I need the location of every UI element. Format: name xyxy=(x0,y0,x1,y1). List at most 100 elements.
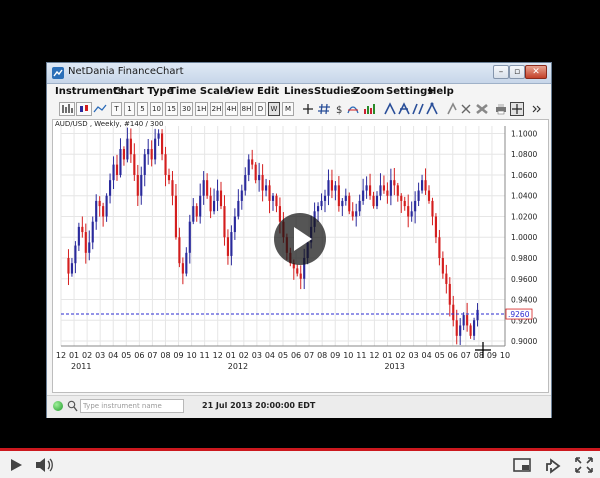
candle-body xyxy=(330,180,334,191)
dollar-icon[interactable]: $ xyxy=(333,101,347,117)
timescale-m[interactable]: M xyxy=(282,102,294,116)
x-tick-label: 04 xyxy=(108,351,118,360)
candle-body xyxy=(365,185,368,191)
y-tick-label: 0.9800 xyxy=(511,254,537,263)
timescale-1[interactable]: 1 xyxy=(124,102,135,116)
candle-body xyxy=(362,190,365,201)
timescale-8h[interactable]: 8H xyxy=(240,102,253,116)
candle-body xyxy=(389,180,392,196)
timescale-2h[interactable]: 2H xyxy=(210,102,223,116)
candle-body xyxy=(410,211,413,217)
miniplayer-icon[interactable] xyxy=(511,455,533,475)
candle-body xyxy=(441,258,444,274)
fullscreen-icon[interactable] xyxy=(573,455,595,475)
year-label: 2012 xyxy=(228,362,248,371)
timescale-30[interactable]: 30 xyxy=(180,102,193,116)
candle-body xyxy=(77,226,80,246)
restore-button[interactable]: ▫ xyxy=(509,65,525,79)
instrument-search-input[interactable] xyxy=(80,399,184,413)
instrument-search-icon[interactable] xyxy=(67,400,78,412)
candle-body xyxy=(70,263,74,274)
menu-zoom[interactable]: Zoom xyxy=(353,86,384,97)
candle-body xyxy=(223,206,226,238)
candle-body xyxy=(157,133,160,139)
x-tick-label: 11 xyxy=(200,351,210,360)
trend-tool-icon[interactable] xyxy=(425,101,439,117)
share-icon[interactable] xyxy=(543,455,565,475)
minimize-button[interactable]: – xyxy=(493,65,509,79)
timescale-10[interactable]: 10 xyxy=(150,102,163,116)
crosshair-icon xyxy=(512,104,522,114)
menu-view[interactable]: View xyxy=(227,86,254,97)
crosshair-icon[interactable] xyxy=(301,101,315,117)
candle-body xyxy=(84,232,87,253)
menu-edit[interactable]: Edit xyxy=(257,86,279,97)
candle-body xyxy=(181,263,184,274)
x-tick-label: 02 xyxy=(395,351,405,360)
candle-body xyxy=(216,190,219,201)
timescale-d[interactable]: D xyxy=(255,102,266,116)
menu-settings[interactable]: Settings xyxy=(386,86,433,97)
eraser-icon[interactable] xyxy=(475,101,489,117)
grid-icon[interactable] xyxy=(317,101,331,117)
toolbar: T 1 5 10 15 30 1H 2H 4H 8H D W M $ xyxy=(47,101,551,119)
bar-chart-type-button[interactable] xyxy=(59,102,75,116)
cursor-tool-icon[interactable] xyxy=(445,101,459,117)
candle-body xyxy=(351,211,354,217)
fib-tool-icon[interactable] xyxy=(397,101,411,117)
expand-toolbar-icon[interactable] xyxy=(530,101,544,117)
candle-body xyxy=(174,195,178,238)
close-button[interactable]: ✕ xyxy=(525,65,547,79)
candle-body xyxy=(154,138,157,160)
timescale-15[interactable]: 15 xyxy=(165,102,178,116)
candle-body xyxy=(386,190,389,196)
candle-body xyxy=(202,180,205,196)
candle-body xyxy=(372,195,375,207)
crosshair-toggle-button[interactable] xyxy=(510,102,524,116)
play-icon[interactable] xyxy=(8,455,24,475)
channel-tool-icon[interactable] xyxy=(411,101,425,117)
menu-chart-type[interactable]: Chart Type xyxy=(113,86,174,97)
timescale-t[interactable]: T xyxy=(111,102,122,116)
candle-body xyxy=(469,325,472,336)
bar-chart-icon xyxy=(62,104,73,113)
candle-body xyxy=(400,195,403,201)
print-icon[interactable] xyxy=(494,101,508,117)
candle-body xyxy=(368,185,372,196)
menu-lines[interactable]: Lines xyxy=(284,86,314,97)
line-chart-icon[interactable] xyxy=(93,101,107,117)
candle-body xyxy=(427,190,431,201)
indicator-icon[interactable] xyxy=(346,101,360,117)
video-play-overlay[interactable] xyxy=(274,213,326,265)
candle-body xyxy=(160,133,164,155)
menu-studies[interactable]: Studies xyxy=(314,86,356,97)
x-tick-label: 03 xyxy=(408,351,418,360)
x-tick-label: 06 xyxy=(291,351,301,360)
candle-body xyxy=(414,200,417,212)
menu-time-scale[interactable]: Time Scale xyxy=(169,86,230,97)
timescale-1h[interactable]: 1H xyxy=(195,102,208,116)
close-tool-icon[interactable] xyxy=(459,101,473,117)
line-tool-icon[interactable] xyxy=(383,101,397,117)
volume-icon[interactable] xyxy=(34,455,56,475)
volume-bars-icon[interactable] xyxy=(362,101,376,117)
candle-body xyxy=(334,185,337,191)
candle-body xyxy=(244,174,247,191)
x-tick-label: 05 xyxy=(278,351,288,360)
candle-body xyxy=(403,200,406,207)
candle-body xyxy=(355,211,358,217)
x-tick-label: 12 xyxy=(56,351,66,360)
candle-body xyxy=(102,206,105,217)
candle-body xyxy=(251,159,254,165)
candle-body xyxy=(206,180,209,196)
x-tick-label: 09 xyxy=(487,351,497,360)
candle-body xyxy=(476,309,479,321)
timescale-5[interactable]: 5 xyxy=(137,102,148,116)
menu-help[interactable]: Help xyxy=(428,86,454,97)
candle-body xyxy=(105,195,108,217)
timescale-w[interactable]: W xyxy=(268,102,280,116)
candle-chart-type-button[interactable] xyxy=(76,102,92,116)
y-tick-label: 1.0600 xyxy=(511,171,537,180)
timescale-4h[interactable]: 4H xyxy=(225,102,238,116)
candle-body xyxy=(164,154,167,175)
